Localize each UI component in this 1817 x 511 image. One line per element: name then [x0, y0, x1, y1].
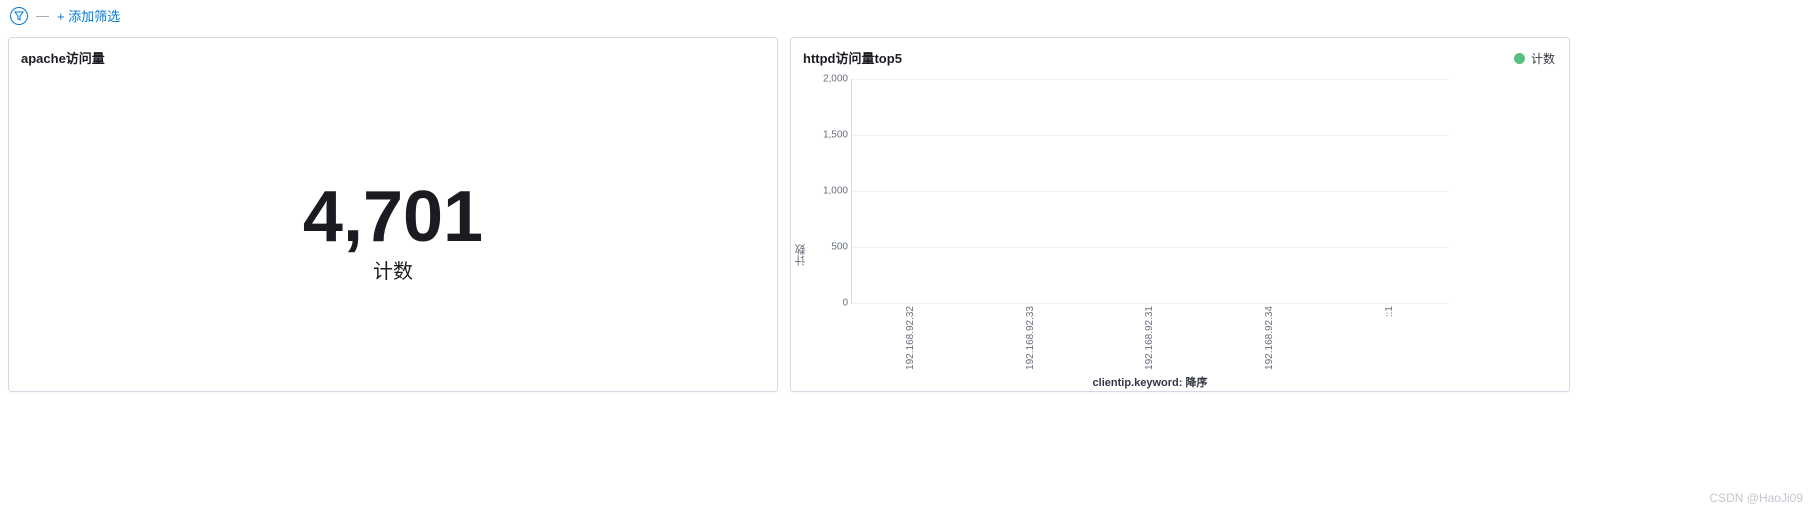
- chart-body: 计数 05001,0001,5002,000 192.168.92.32192.…: [791, 71, 1569, 392]
- divider-dash: —: [36, 8, 49, 23]
- plot-inner: 05001,0001,5002,000: [851, 79, 1449, 304]
- grid-line: [852, 135, 1449, 136]
- x-tick-label: 192.168.92.32: [905, 306, 916, 370]
- y-tick-label: 1,000: [816, 186, 848, 197]
- grid-line: [852, 303, 1449, 304]
- x-tick-label: ::1: [1384, 306, 1395, 317]
- legend-dot-icon: [1514, 53, 1525, 64]
- x-tick-slot: 192.168.92.32: [851, 306, 971, 370]
- y-tick-label: 2,000: [816, 74, 848, 85]
- x-tick-slot: 192.168.92.33: [971, 306, 1091, 370]
- y-tick-label: 1,500: [816, 130, 848, 141]
- chart-legend[interactable]: 计数: [1514, 50, 1555, 67]
- x-tick-slot: 192.168.92.31: [1090, 306, 1210, 370]
- grid-line: [852, 79, 1449, 80]
- y-tick-label: 0: [816, 298, 848, 309]
- panel-title: apache访问量: [9, 38, 777, 71]
- add-filter-label: + 添加筛选: [57, 6, 120, 25]
- chart-x-axis-label: clientip.keyword: 降序: [851, 374, 1449, 390]
- x-tick-label: 192.168.92.33: [1025, 306, 1036, 370]
- add-filter-button[interactable]: + 添加筛选: [57, 6, 120, 25]
- grid-line: [852, 191, 1449, 192]
- metric-body: 4,701 计数: [9, 71, 777, 392]
- y-tick-label: 500: [816, 242, 848, 253]
- metric-label: 计数: [373, 255, 413, 284]
- x-tick-label: 192.168.92.31: [1144, 306, 1155, 370]
- x-ticks: 192.168.92.32 192.168.92.33 192.168.92.31 1…: [851, 306, 1449, 370]
- x-tick-slot: 192.168.92.34: [1210, 306, 1330, 370]
- dashboard-row: apache访问量 4,701 计数 httpd访问量top5 计数 计数 05…: [0, 31, 1817, 392]
- panel-title: httpd访问量top5: [791, 38, 1569, 71]
- panel-httpd-top5[interactable]: httpd访问量top5 计数 计数 05001,0001,5002,000 1…: [790, 37, 1570, 392]
- filter-icon[interactable]: [10, 7, 28, 25]
- metric-value: 4,701: [303, 181, 483, 253]
- chart-plot-area: 05001,0001,5002,000 192.168.92.32192.168…: [815, 79, 1449, 392]
- filter-bar: — + 添加筛选: [0, 0, 1817, 31]
- x-tick-label: 192.168.92.34: [1264, 306, 1275, 370]
- panel-apache-visits[interactable]: apache访问量 4,701 计数: [8, 37, 778, 392]
- legend-label: 计数: [1531, 50, 1555, 67]
- x-tick-slot: ::1: [1329, 306, 1449, 370]
- watermark-text: CSDN @HaoJi09: [1709, 491, 1803, 505]
- grid-line: [852, 247, 1449, 248]
- chart-y-axis-label: 计数: [791, 199, 815, 266]
